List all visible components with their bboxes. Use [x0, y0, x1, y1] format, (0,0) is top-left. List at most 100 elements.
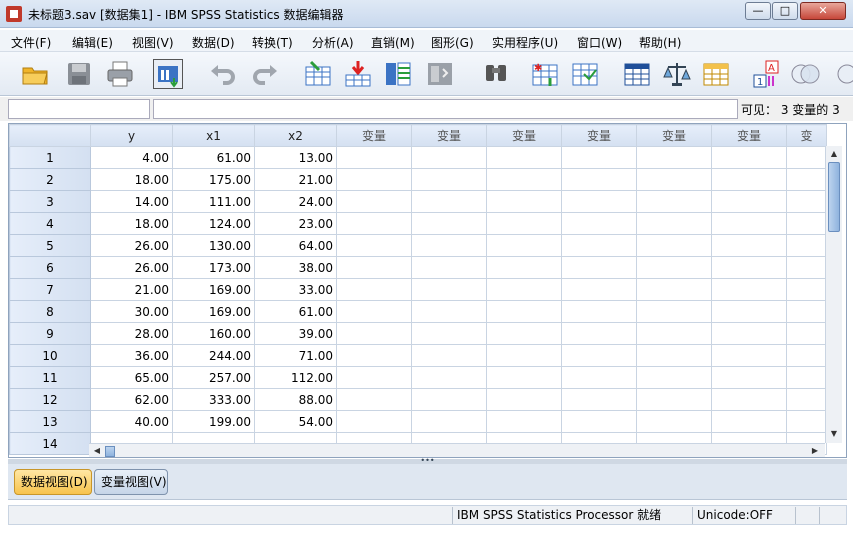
empty-cell[interactable]: [711, 212, 787, 235]
empty-cell[interactable]: [636, 366, 712, 389]
empty-cell[interactable]: [411, 234, 487, 257]
cell-x1[interactable]: 160.00: [172, 322, 255, 345]
column-header-empty[interactable]: 变量: [636, 124, 712, 147]
empty-cell[interactable]: [561, 234, 637, 257]
maximize-button[interactable]: □: [772, 2, 798, 20]
cell-x1[interactable]: 199.00: [172, 410, 255, 433]
row-number[interactable]: 6: [9, 256, 91, 279]
menu-direct-marketing[interactable]: 直销(M): [371, 34, 415, 51]
cell-y[interactable]: 62.00: [90, 388, 173, 411]
empty-cell[interactable]: [636, 388, 712, 411]
cell-x2[interactable]: 39.00: [254, 322, 337, 345]
menu-file[interactable]: 文件(F): [11, 34, 51, 51]
save-icon[interactable]: [64, 59, 94, 89]
table-row[interactable]: 9 28.00 160.00 39.00: [9, 322, 827, 345]
more-tools-icon[interactable]: [832, 59, 853, 89]
insert-cases-icon[interactable]: ✱: [530, 59, 560, 89]
row-number[interactable]: 12: [9, 388, 91, 411]
table-row[interactable]: 10 36.00 244.00 71.00: [9, 344, 827, 367]
empty-cell[interactable]: [636, 322, 712, 345]
cell-x2[interactable]: 33.00: [254, 278, 337, 301]
empty-cell[interactable]: [486, 212, 562, 235]
cell-x2[interactable]: 38.00: [254, 256, 337, 279]
redo-icon[interactable]: [250, 59, 280, 89]
empty-cell[interactable]: [486, 322, 562, 345]
row-number[interactable]: 4: [9, 212, 91, 235]
empty-cell[interactable]: [336, 322, 412, 345]
cell-y[interactable]: 21.00: [90, 278, 173, 301]
empty-cell[interactable]: [711, 322, 787, 345]
cell-x1[interactable]: 61.00: [172, 146, 255, 169]
empty-cell[interactable]: [786, 366, 827, 389]
cell-y[interactable]: 26.00: [90, 234, 173, 257]
open-icon[interactable]: [20, 59, 50, 89]
empty-cell[interactable]: [636, 146, 712, 169]
tab-data-view[interactable]: 数据视图(D): [14, 469, 92, 495]
empty-cell[interactable]: [711, 168, 787, 191]
empty-cell[interactable]: [336, 300, 412, 323]
row-number[interactable]: 5: [9, 234, 91, 257]
weight-cases-icon[interactable]: [662, 59, 692, 89]
column-header-y[interactable]: y: [90, 124, 173, 147]
cell-x1[interactable]: 333.00: [172, 388, 255, 411]
cell-x2[interactable]: 13.00: [254, 146, 337, 169]
close-button[interactable]: ✕: [800, 2, 846, 20]
table-row[interactable]: 5 26.00 130.00 64.00: [9, 234, 827, 257]
empty-cell[interactable]: [786, 322, 827, 345]
table-row[interactable]: 2 18.00 175.00 21.00: [9, 168, 827, 191]
empty-cell[interactable]: [636, 190, 712, 213]
cell-x1[interactable]: 175.00: [172, 168, 255, 191]
vertical-scrollbar[interactable]: ▲ ▼: [825, 146, 842, 443]
empty-cell[interactable]: [786, 146, 827, 169]
empty-cell[interactable]: [411, 278, 487, 301]
table-row[interactable]: 6 26.00 173.00 38.00: [9, 256, 827, 279]
empty-cell[interactable]: [786, 234, 827, 257]
cell-x2[interactable]: 64.00: [254, 234, 337, 257]
cell-y[interactable]: 18.00: [90, 212, 173, 235]
row-number[interactable]: 13: [9, 410, 91, 433]
empty-cell[interactable]: [411, 146, 487, 169]
table-row[interactable]: 4 18.00 124.00 23.00: [9, 212, 827, 235]
empty-cell[interactable]: [636, 300, 712, 323]
empty-cell[interactable]: [711, 344, 787, 367]
menu-edit[interactable]: 编辑(E): [72, 34, 113, 51]
table-row[interactable]: 11 65.00 257.00 112.00: [9, 366, 827, 389]
undo-icon[interactable]: [208, 59, 238, 89]
minimize-button[interactable]: —: [745, 2, 771, 20]
empty-cell[interactable]: [636, 344, 712, 367]
empty-cell[interactable]: [336, 234, 412, 257]
table-row[interactable]: 1 4.00 61.00 13.00: [9, 146, 827, 169]
cell-x1[interactable]: 257.00: [172, 366, 255, 389]
menu-analyze[interactable]: 分析(A): [312, 34, 354, 51]
empty-cell[interactable]: [486, 234, 562, 257]
table-row[interactable]: 3 14.00 111.00 24.00: [9, 190, 827, 213]
empty-cell[interactable]: [336, 366, 412, 389]
menu-data[interactable]: 数据(D): [192, 34, 235, 51]
empty-cell[interactable]: [561, 344, 637, 367]
cell-x1[interactable]: 124.00: [172, 212, 255, 235]
table-row[interactable]: 13 40.00 199.00 54.00: [9, 410, 827, 433]
scroll-down-icon[interactable]: ▼: [828, 428, 840, 440]
column-header-empty[interactable]: 变量: [711, 124, 787, 147]
row-number[interactable]: 3: [9, 190, 91, 213]
variables-icon[interactable]: [383, 59, 413, 89]
row-number[interactable]: 9: [9, 322, 91, 345]
split-file-icon[interactable]: [622, 59, 652, 89]
vertical-scroll-thumb[interactable]: [828, 162, 840, 232]
cell-x1[interactable]: 173.00: [172, 256, 255, 279]
menu-help[interactable]: 帮助(H): [639, 34, 681, 51]
column-header-x1[interactable]: x1: [172, 124, 255, 147]
empty-cell[interactable]: [711, 410, 787, 433]
cell-x2[interactable]: 88.00: [254, 388, 337, 411]
empty-cell[interactable]: [561, 300, 637, 323]
empty-cell[interactable]: [411, 256, 487, 279]
row-number[interactable]: 8: [9, 300, 91, 323]
cell-x1[interactable]: 244.00: [172, 344, 255, 367]
empty-cell[interactable]: [561, 366, 637, 389]
empty-cell[interactable]: [486, 278, 562, 301]
goto-variable-icon[interactable]: [343, 59, 373, 89]
empty-cell[interactable]: [486, 344, 562, 367]
scroll-up-icon[interactable]: ▲: [828, 148, 840, 160]
empty-cell[interactable]: [636, 410, 712, 433]
empty-cell[interactable]: [486, 256, 562, 279]
